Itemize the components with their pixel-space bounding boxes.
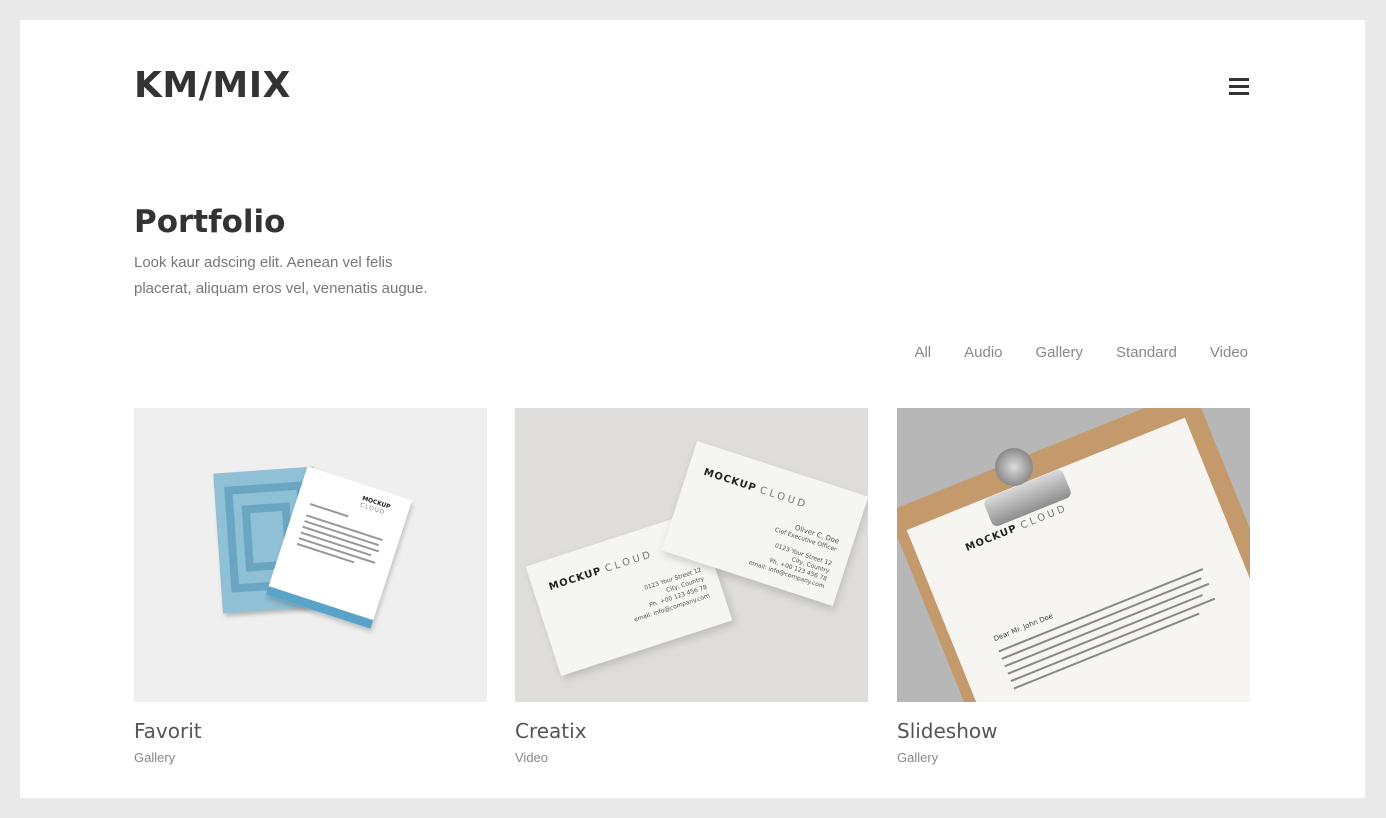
- page-frame: KM/MIX Portfolio Look kaur adscing elit.…: [20, 20, 1365, 798]
- portfolio-item-favorit[interactable]: MOCKUP CLOUD Favorit Gallery: [134, 408, 487, 766]
- intro-line-1: Look kaur adscing elit. Aenean vel felis: [134, 254, 393, 271]
- letter-greeting: Dear Mr. John Doe: [992, 611, 1055, 644]
- menu-bar: [1229, 92, 1249, 95]
- text-line: [1010, 597, 1216, 683]
- portfolio-item-title[interactable]: Favorit: [134, 718, 487, 744]
- portfolio-item-creatix[interactable]: MOCKUPCLOUD 0123 Your Street 12 City, Co…: [515, 408, 868, 766]
- portfolio-thumbnail[interactable]: MOCKUP CLOUD Dear Mr. John Doe: [897, 408, 1250, 702]
- portfolio-thumbnail[interactable]: MOCKUP CLOUD: [134, 408, 487, 702]
- filter-gallery[interactable]: Gallery: [1036, 342, 1084, 364]
- page-intro: Look kaur adscing elit. Aenean vel felis…: [134, 250, 464, 302]
- filter-all[interactable]: All: [914, 342, 931, 364]
- portfolio-filters: All Audio Gallery Standard Video: [914, 342, 1248, 364]
- portfolio-item-title[interactable]: Slideshow: [897, 718, 1250, 744]
- portfolio-item-category[interactable]: Gallery: [134, 750, 487, 766]
- page-title: Portfolio: [134, 204, 286, 240]
- hamburger-menu-icon[interactable]: [1227, 76, 1251, 98]
- menu-bar: [1229, 85, 1249, 88]
- portfolio-item-category[interactable]: Video: [515, 750, 868, 766]
- portfolio-item-title[interactable]: Creatix: [515, 718, 868, 744]
- portfolio-item-slideshow[interactable]: MOCKUP CLOUD Dear Mr. John Doe Slideshow…: [897, 408, 1250, 766]
- intro-line-2: placerat, aliquam eros vel, venenatis au…: [134, 280, 428, 297]
- letter-paper: MOCKUP CLOUD Dear Mr. John Doe: [906, 417, 1250, 702]
- menu-bar: [1229, 78, 1249, 81]
- filter-standard[interactable]: Standard: [1116, 342, 1177, 364]
- filter-video[interactable]: Video: [1210, 342, 1248, 364]
- text-line: [309, 502, 349, 518]
- site-logo[interactable]: KM/MIX: [134, 64, 291, 108]
- text-line: [998, 568, 1204, 653]
- portfolio-item-category[interactable]: Gallery: [897, 750, 1250, 766]
- card-brand: MOCKUPCLOUD: [547, 548, 655, 594]
- letterhead-brand: MOCKUP CLOUD: [359, 494, 392, 517]
- filter-audio[interactable]: Audio: [964, 342, 1002, 364]
- clip-ring-icon: [995, 448, 1033, 486]
- portfolio-thumbnail[interactable]: MOCKUPCLOUD 0123 Your Street 12 City, Co…: [515, 408, 868, 702]
- portfolio-grid: MOCKUP CLOUD Favorit Gallery MOCKUPCLOUD…: [134, 408, 1250, 778]
- card-brand: MOCKUPCLOUD: [702, 466, 810, 511]
